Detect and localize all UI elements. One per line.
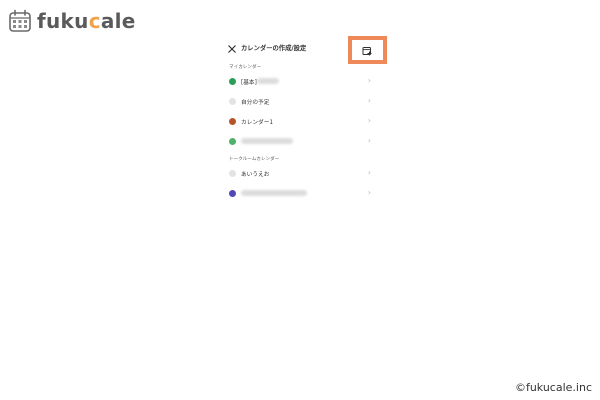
chevron-right-icon: › — [367, 96, 371, 105]
section-label-my-calendars: マイカレンダー — [229, 65, 262, 70]
color-dot — [229, 98, 236, 105]
color-dot — [229, 190, 236, 197]
redacted-text — [241, 138, 293, 144]
calendar-item-aiueo[interactable]: あいうえお › — [227, 165, 375, 183]
section-label-talkroom-calendars: トークルームカレンダー — [229, 157, 280, 162]
chevron-right-icon: › — [367, 136, 371, 145]
brand-name: fukucale — [37, 9, 136, 33]
calendar-item-label: [基本] — [241, 80, 257, 86]
chevron-right-icon: › — [367, 76, 371, 85]
calendar-item-label: あいうえお — [241, 172, 270, 178]
close-icon[interactable] — [227, 44, 237, 54]
calendar-item-redacted-talkroom[interactable]: › — [227, 185, 375, 203]
calendar-item-my-schedule[interactable]: 自分の予定 › — [227, 93, 375, 111]
calendar-item-calendar1[interactable]: カレンダー1 › — [227, 113, 375, 131]
copyright-text: ©fukucale.inc — [514, 381, 592, 394]
color-dot — [229, 118, 236, 125]
chevron-right-icon: › — [367, 168, 371, 177]
page-title: カレンダーの作成/設定 — [241, 45, 307, 52]
chevron-right-icon: › — [367, 116, 371, 125]
calendar-item-basic[interactable]: [基本] › — [227, 73, 375, 91]
panel-header: カレンダーの作成/設定 — [227, 36, 387, 64]
calendar-item-label: カレンダー1 — [241, 120, 274, 126]
calendar-logo-icon — [9, 9, 31, 32]
calendar-item-redacted[interactable]: › — [227, 133, 375, 151]
color-dot — [229, 170, 236, 177]
calendar-item-label: 自分の予定 — [241, 100, 270, 106]
add-button-highlight — [348, 36, 387, 64]
redacted-text — [257, 78, 279, 84]
chevron-right-icon: › — [367, 188, 371, 197]
redacted-text — [241, 190, 307, 196]
color-dot — [229, 138, 236, 145]
color-dot — [229, 78, 236, 85]
brand-logo: fukucale — [8, 8, 136, 34]
